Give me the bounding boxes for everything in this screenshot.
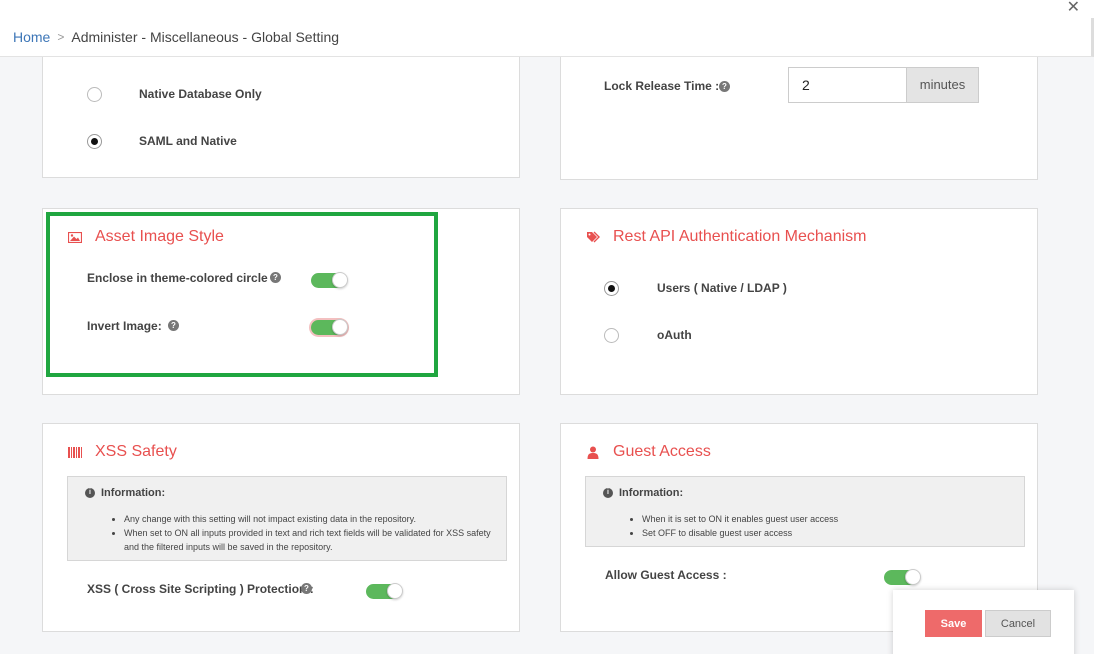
radio-native-database-only[interactable] xyxy=(87,87,102,102)
lock-release-input[interactable]: 2 xyxy=(788,67,907,103)
card-title-text: Guest Access xyxy=(613,443,711,460)
close-icon[interactable]: ✕ xyxy=(1067,0,1080,17)
tags-icon xyxy=(584,230,602,244)
info-icon: i xyxy=(85,488,95,498)
info-item: When it is set to ON it enables guest us… xyxy=(642,512,1017,526)
cancel-button[interactable]: Cancel xyxy=(985,610,1051,637)
highlight-box xyxy=(46,212,438,377)
info-list: Any change with this setting will not im… xyxy=(124,512,499,554)
breadcrumb-current: Administer - Miscellaneous - Global Sett… xyxy=(71,29,340,45)
radio-label: SAML and Native xyxy=(139,134,237,148)
info-item: Any change with this setting will not im… xyxy=(124,512,499,526)
breadcrumb-home-link[interactable]: Home xyxy=(13,29,50,45)
toggle-knob xyxy=(905,569,921,585)
card-title-text: XSS Safety xyxy=(95,443,177,460)
info-heading: i Information: xyxy=(603,487,683,499)
allow-guest-label: Allow Guest Access : xyxy=(605,568,727,582)
minutes-addon: minutes xyxy=(906,67,979,103)
radio-label: Users ( Native / LDAP ) xyxy=(657,281,787,295)
allow-guest-toggle[interactable] xyxy=(884,569,921,585)
xss-protection-toggle[interactable] xyxy=(366,583,403,599)
info-title: Information: xyxy=(101,487,166,499)
xss-safety-title: XSS Safety xyxy=(66,443,177,461)
xss-safety-card: XSS Safety i Information: Any change wit… xyxy=(42,423,520,632)
auth-mode-card: Native Database Only SAML and Native xyxy=(42,57,520,178)
radio-users-native-ldap[interactable] xyxy=(604,281,619,296)
lock-release-label: Lock Release Time : xyxy=(604,79,720,93)
radio-label: oAuth xyxy=(657,328,692,342)
guest-access-title: Guest Access xyxy=(584,443,711,461)
breadcrumb: Home > Administer - Miscellaneous - Glob… xyxy=(0,18,1094,57)
chevron-right-icon: > xyxy=(57,30,65,44)
user-icon xyxy=(584,445,602,459)
rest-api-auth-card: Rest API Authentication Mechanism Users … xyxy=(560,208,1038,395)
radio-label: Native Database Only xyxy=(139,87,262,101)
info-icon: i xyxy=(603,488,613,498)
xss-protection-label: XSS ( Cross Site Scripting ) Protection … xyxy=(87,582,314,596)
info-item: When set to ON all inputs provided in te… xyxy=(124,526,499,554)
barcode-icon xyxy=(66,445,84,459)
help-icon[interactable]: ? xyxy=(301,583,312,594)
card-title-text: Rest API Authentication Mechanism xyxy=(613,228,867,245)
xss-info-box: i Information: Any change with this sett… xyxy=(67,476,507,561)
radio-oauth[interactable] xyxy=(604,328,619,343)
info-list: When it is set to ON it enables guest us… xyxy=(642,512,1017,540)
toggle-knob xyxy=(387,583,403,599)
info-title: Information: xyxy=(619,487,684,499)
rest-api-auth-title: Rest API Authentication Mechanism xyxy=(584,228,866,246)
top-bar: ✕ xyxy=(0,0,1094,18)
radio-saml-and-native[interactable] xyxy=(87,134,102,149)
info-heading: i Information: xyxy=(85,487,165,499)
action-panel: Save Cancel xyxy=(893,590,1074,654)
save-button[interactable]: Save xyxy=(925,610,982,637)
guest-info-box: i Information: When it is set to ON it e… xyxy=(585,476,1025,547)
help-icon[interactable]: ? xyxy=(719,81,730,92)
info-item: Set OFF to disable guest user access xyxy=(642,526,1017,540)
